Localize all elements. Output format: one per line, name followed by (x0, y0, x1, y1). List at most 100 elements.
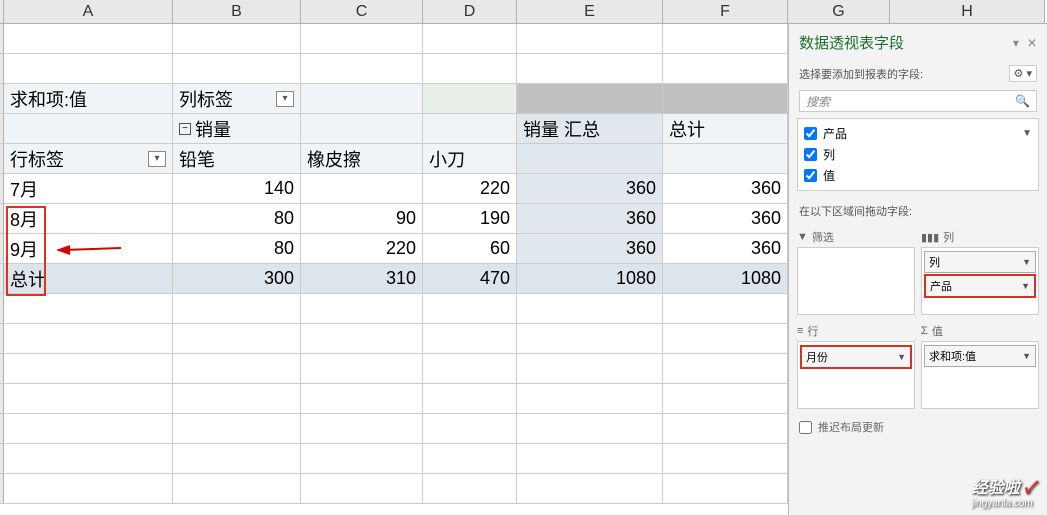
panel-title: 数据透视表字段 (799, 32, 1005, 53)
pivot-row-month[interactable]: 8月 (4, 204, 173, 233)
col-header-D[interactable]: D (423, 0, 517, 23)
cell[interactable] (173, 54, 301, 83)
pivot-row-labels[interactable]: 行标签 (4, 144, 173, 173)
field-item[interactable]: 列 (800, 144, 1036, 165)
cell[interactable] (423, 54, 517, 83)
row-dropzone[interactable]: 月份▼ (797, 341, 915, 409)
defer-checkbox[interactable] (799, 421, 812, 434)
product-header[interactable]: 小刀 (423, 144, 517, 173)
field-item[interactable]: 值 (800, 165, 1036, 186)
area-pill[interactable]: 列▼ (924, 251, 1036, 273)
col-header-B[interactable]: B (173, 0, 301, 23)
pivot-grand-value[interactable]: 470 (423, 264, 517, 293)
panel-dropdown-icon[interactable]: ▾ (1013, 36, 1019, 50)
col-labels-dropdown[interactable] (276, 91, 294, 107)
pivot-rowtotal[interactable]: 360 (663, 234, 788, 263)
pivot-grand-value[interactable]: 310 (301, 264, 423, 293)
col-header-F[interactable]: F (663, 0, 788, 23)
pivot-subtotal[interactable]: 360 (517, 234, 663, 263)
pivot-sales-total-header[interactable]: 销量 汇总 (517, 114, 663, 143)
cell[interactable] (517, 54, 663, 83)
col-header-H[interactable]: H (890, 0, 1045, 23)
pivot-row-month[interactable]: 9月 (4, 234, 173, 263)
spreadsheet-grid[interactable]: 求和项:值 列标签 − 销量 销量 汇总 总计 行标签 铅笔 橡皮擦 小刀 (0, 24, 788, 515)
product-header[interactable]: 橡皮擦 (301, 144, 423, 173)
pivot-value[interactable] (301, 174, 423, 203)
cell[interactable] (423, 24, 517, 53)
pivot-value[interactable]: 90 (301, 204, 423, 233)
choose-fields-label: 选择要添加到报表的字段: ⚙ ▾ (789, 61, 1047, 86)
row-labels-dropdown[interactable] (148, 151, 166, 167)
pivot-grand-total[interactable]: 1080 (663, 264, 788, 293)
pivot-rowtotal[interactable]: 360 (663, 204, 788, 233)
drag-hint: 在以下区域间拖动字段: (789, 199, 1047, 223)
pivot-value[interactable]: 140 (173, 174, 301, 203)
panel-title-bar: 数据透视表字段 ▾ ✕ (789, 24, 1047, 61)
pivot-value[interactable]: 80 (173, 204, 301, 233)
gear-icon[interactable]: ⚙ ▾ (1009, 65, 1037, 82)
pivot-areas: ▼筛选 ▮▮▮列 列▼ 产品▼ ≡行 月份▼ Σ值 求和项:值▼ (789, 223, 1047, 413)
field-name: 产品 (823, 125, 847, 142)
field-item[interactable]: 产品 ▼ (800, 123, 1036, 144)
cell-selected[interactable] (517, 84, 663, 113)
col-header-G[interactable]: G (788, 0, 890, 23)
cell[interactable] (4, 54, 173, 83)
cell-selected-active[interactable] (423, 84, 517, 113)
cell[interactable] (301, 54, 423, 83)
columns-icon: ▮▮▮ (921, 231, 939, 244)
filter-icon: ▼ (797, 231, 808, 243)
col-header-C[interactable]: C (301, 0, 423, 23)
value-area: Σ值 求和项:值▼ (921, 321, 1039, 409)
watermark: 经验啦 ✓ jingyanla.com (972, 474, 1035, 509)
row-labels-text: 行标签 (10, 146, 64, 172)
cell[interactable] (301, 84, 423, 113)
pivot-value[interactable]: 220 (301, 234, 423, 263)
pivot-sum-label[interactable]: 求和项:值 (4, 84, 173, 113)
cell[interactable] (517, 144, 663, 173)
pivot-col-labels[interactable]: 列标签 (173, 84, 301, 113)
pivot-subtotal[interactable]: 360 (517, 204, 663, 233)
cell[interactable] (663, 144, 788, 173)
area-pill[interactable]: 求和项:值▼ (924, 345, 1036, 367)
cell-selected[interactable] (663, 84, 788, 113)
field-checkbox[interactable] (804, 148, 817, 161)
cell[interactable] (663, 24, 788, 53)
value-dropzone[interactable]: 求和项:值▼ (921, 341, 1039, 409)
column-headers: A B C D E F G H (0, 0, 1047, 24)
pivot-grand-value[interactable]: 300 (173, 264, 301, 293)
column-dropzone[interactable]: 列▼ 产品▼ (921, 247, 1039, 315)
field-checkbox[interactable] (804, 169, 817, 182)
pivot-grand-subtotal[interactable]: 1080 (517, 264, 663, 293)
cell[interactable] (663, 54, 788, 83)
field-name: 值 (823, 167, 835, 184)
field-checkbox[interactable] (804, 127, 817, 140)
pivot-grand-total-header[interactable]: 总计 (663, 114, 788, 143)
cell[interactable] (423, 114, 517, 143)
cell[interactable] (517, 24, 663, 53)
cell[interactable] (301, 114, 423, 143)
pivot-row-month[interactable]: 7月 (4, 174, 173, 203)
area-pill-product[interactable]: 产品▼ (924, 274, 1036, 298)
pivot-value[interactable]: 220 (423, 174, 517, 203)
search-input[interactable]: 搜索 🔍 (799, 90, 1037, 112)
product-header[interactable]: 铅笔 (173, 144, 301, 173)
pivot-value[interactable]: 80 (173, 234, 301, 263)
area-pill-month[interactable]: 月份▼ (800, 345, 912, 369)
filter-dropzone[interactable] (797, 247, 915, 315)
pivot-field-panel: 数据透视表字段 ▾ ✕ 选择要添加到报表的字段: ⚙ ▾ 搜索 🔍 产品 ▼ 列… (788, 24, 1047, 515)
pivot-sales-group[interactable]: − 销量 (173, 114, 301, 143)
col-header-A[interactable]: A (4, 0, 173, 23)
pivot-value[interactable]: 60 (423, 234, 517, 263)
cell[interactable] (4, 114, 173, 143)
pivot-grand-total-row[interactable]: 总计 (4, 264, 173, 293)
cell[interactable] (301, 24, 423, 53)
pivot-value[interactable]: 190 (423, 204, 517, 233)
pivot-rowtotal[interactable]: 360 (663, 174, 788, 203)
panel-close-icon[interactable]: ✕ (1027, 36, 1037, 50)
chevron-down-icon[interactable]: ▼ (1022, 128, 1032, 139)
collapse-icon[interactable]: − (179, 123, 191, 135)
cell[interactable] (4, 24, 173, 53)
cell[interactable] (173, 24, 301, 53)
col-header-E[interactable]: E (517, 0, 663, 23)
pivot-subtotal[interactable]: 360 (517, 174, 663, 203)
